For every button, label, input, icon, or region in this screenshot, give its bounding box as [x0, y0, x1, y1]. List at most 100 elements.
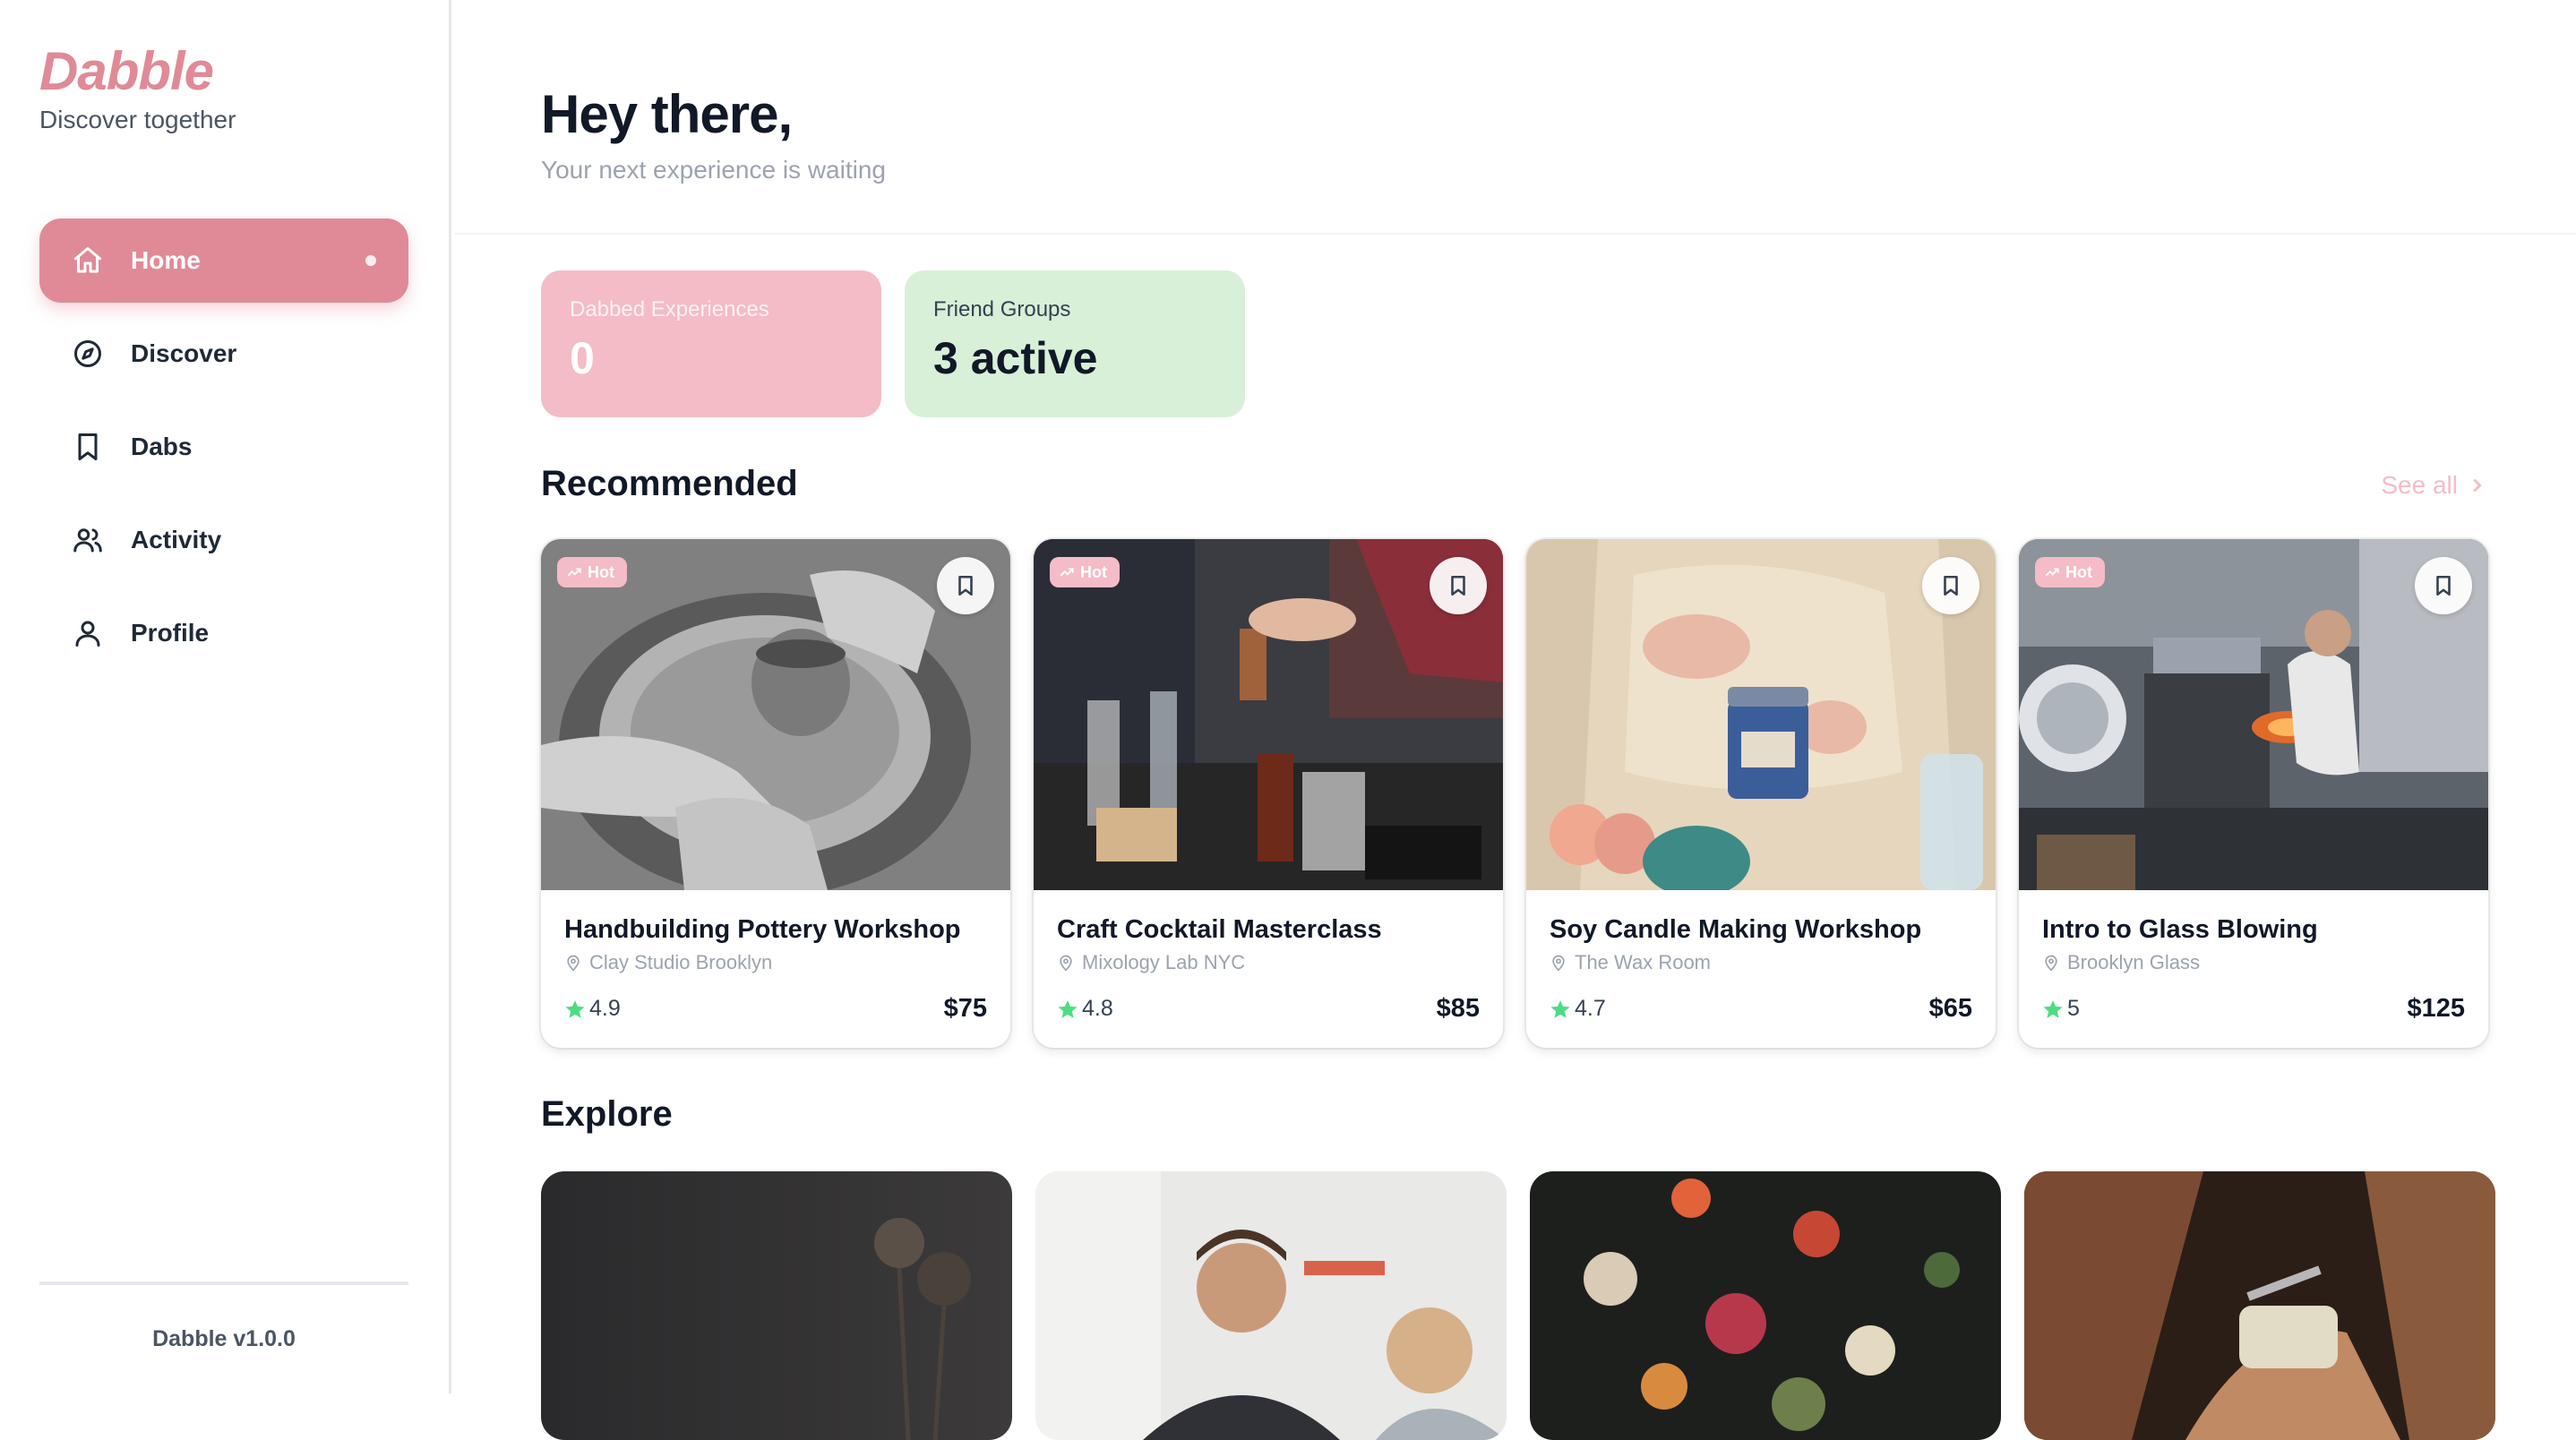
explore-tile[interactable]: [1035, 1171, 1507, 1440]
page-title: Hey there,: [541, 84, 793, 144]
card-price: $125: [2407, 994, 2465, 1023]
trending-up-icon: [1060, 568, 1074, 577]
brand: Dabble Discover together: [39, 39, 236, 136]
sidebar-item-dabs[interactable]: Dabs: [39, 405, 408, 489]
card-photo-glass: Hot: [2019, 539, 2488, 890]
location-pin-icon: [1552, 955, 1565, 972]
card-title: Craft Cocktail Masterclass: [1057, 915, 1382, 944]
user-icon: [70, 615, 106, 651]
location-pin-icon: [1060, 955, 1072, 972]
card-photo-pottery: Hot: [541, 539, 1010, 890]
stat-value: 0: [570, 333, 595, 383]
card-venue: Clay Studio Brooklyn: [564, 951, 987, 974]
explore-tile[interactable]: [2024, 1171, 2495, 1440]
home-icon: [70, 243, 106, 279]
card-info: Soy Candle Making Workshop The Wax Room: [1550, 913, 1972, 974]
hot-badge: Hot: [2035, 557, 2105, 587]
card-venue: Mixology Lab NYC: [1057, 951, 1480, 974]
bookmark-icon: [1944, 575, 1958, 596]
star-icon: [2043, 999, 2063, 1018]
location-pin-icon: [2045, 955, 2057, 972]
bookmark-icon: [2436, 575, 2451, 596]
star-icon: [1550, 999, 1570, 1018]
card-rating-value: 4.8: [1082, 996, 1113, 1021]
explore-photo-people: [1035, 1171, 1507, 1440]
hot-badge-label: Hot: [2065, 562, 2092, 581]
card-info: Craft Cocktail Masterclass Mixology Lab …: [1057, 913, 1480, 974]
location-pin-icon: [567, 955, 580, 972]
sidebar-item-label: Activity: [131, 526, 222, 553]
card-price: $85: [1436, 994, 1480, 1023]
page-header: Hey there, Your next experience is waiti…: [454, 0, 2576, 235]
stat-label: Friend Groups: [933, 297, 1071, 321]
card-price: $65: [1928, 994, 1972, 1023]
experience-card[interactable]: Hot Intro to Glass Blowing Brooklyn Glas…: [2019, 539, 2488, 1048]
bookmark-icon: [70, 429, 106, 465]
bookmark-button[interactable]: [2415, 557, 2472, 614]
trending-up-icon: [567, 568, 581, 577]
sidebar-item-discover[interactable]: Discover: [39, 312, 408, 396]
card-venue-label: Brooklyn Glass: [2067, 951, 2200, 973]
card-venue: Brooklyn Glass: [2042, 951, 2465, 974]
recommended-cards: Hot Handbuilding Pottery Workshop Clay S…: [541, 539, 2488, 1048]
sidebar: Dabble Discover together Home Discover D…: [0, 0, 451, 1393]
explore-grid: [541, 1171, 2495, 1440]
trending-up-icon: [2045, 568, 2059, 577]
section-title-explore: Explore: [541, 1094, 673, 1134]
card-venue-label: Clay Studio Brooklyn: [589, 951, 773, 973]
explore-tile[interactable]: [541, 1171, 1012, 1440]
hot-badge-label: Hot: [588, 562, 614, 581]
card-venue-label: Mixology Lab NYC: [1082, 951, 1246, 973]
card-photo-candle: [1526, 539, 1996, 890]
bookmark-button[interactable]: [1922, 557, 1979, 614]
experience-card[interactable]: Soy Candle Making Workshop The Wax Room …: [1526, 539, 1996, 1048]
stat-value: 3 active: [933, 333, 1098, 383]
card-title: Soy Candle Making Workshop: [1550, 915, 1922, 944]
card-rating-value: 4.9: [589, 996, 621, 1021]
stats-row: Dabbed Experiences 0 Friend Groups 3 act…: [541, 270, 1245, 417]
app-root: Dabble Discover together Home Discover D…: [0, 0, 2576, 1440]
hot-badge-label: Hot: [1080, 562, 1107, 581]
main-content: Hey there, Your next experience is waiti…: [454, 0, 2576, 1440]
section-title-recommended: Recommended: [541, 464, 798, 503]
card-rating: 4.7: [1550, 996, 1606, 1022]
bookmark-icon: [958, 575, 973, 596]
card-rating: 5: [2042, 996, 2080, 1022]
app-logo[interactable]: Dabble: [39, 39, 236, 104]
stat-card-friend-groups[interactable]: Friend Groups 3 active: [905, 270, 1245, 417]
card-rating-value: 4.7: [1575, 996, 1606, 1021]
card-price: $75: [943, 994, 987, 1023]
bookmark-button[interactable]: [1430, 557, 1487, 614]
hot-badge: Hot: [1050, 557, 1120, 587]
card-meta: 4.8 $85: [1057, 994, 1480, 1024]
sidebar-item-activity[interactable]: Activity: [39, 498, 408, 582]
card-rating: 4.8: [1057, 996, 1113, 1022]
experience-card[interactable]: Hot Craft Cocktail Masterclass Mixology …: [1034, 539, 1503, 1048]
see-all-link[interactable]: See all: [2381, 471, 2486, 500]
compass-icon: [70, 336, 106, 372]
card-title: Intro to Glass Blowing: [2042, 915, 2318, 944]
stat-card-dabbed[interactable]: Dabbed Experiences 0: [541, 270, 881, 417]
sidebar-nav: Home Discover Dabs Activity Profile: [39, 219, 408, 684]
explore-tile[interactable]: [1530, 1171, 2001, 1440]
card-venue: The Wax Room: [1550, 951, 1972, 974]
users-icon: [70, 522, 106, 558]
bookmark-icon: [1451, 575, 1465, 596]
bookmark-button[interactable]: [937, 557, 994, 614]
sidebar-item-profile[interactable]: Profile: [39, 591, 408, 675]
experience-card[interactable]: Hot Handbuilding Pottery Workshop Clay S…: [541, 539, 1010, 1048]
sidebar-item-label: Dabs: [131, 433, 193, 460]
chevron-right-icon: [2473, 478, 2482, 493]
sidebar-item-label: Discover: [131, 339, 237, 367]
sidebar-item-label: Home: [131, 246, 201, 274]
stat-label: Dabbed Experiences: [570, 297, 769, 321]
explore-photo-floral-painting: [1530, 1171, 2001, 1440]
app-tagline: Discover together: [39, 106, 236, 133]
explore-photo-leathercraft: [2024, 1171, 2495, 1440]
sidebar-item-label: Profile: [131, 619, 210, 647]
active-indicator-dot: [365, 255, 376, 266]
card-meta: 4.9 $75: [564, 994, 987, 1024]
card-photo-cocktail: Hot: [1034, 539, 1503, 890]
card-venue-label: The Wax Room: [1575, 951, 1712, 973]
sidebar-item-home[interactable]: Home: [39, 219, 408, 303]
